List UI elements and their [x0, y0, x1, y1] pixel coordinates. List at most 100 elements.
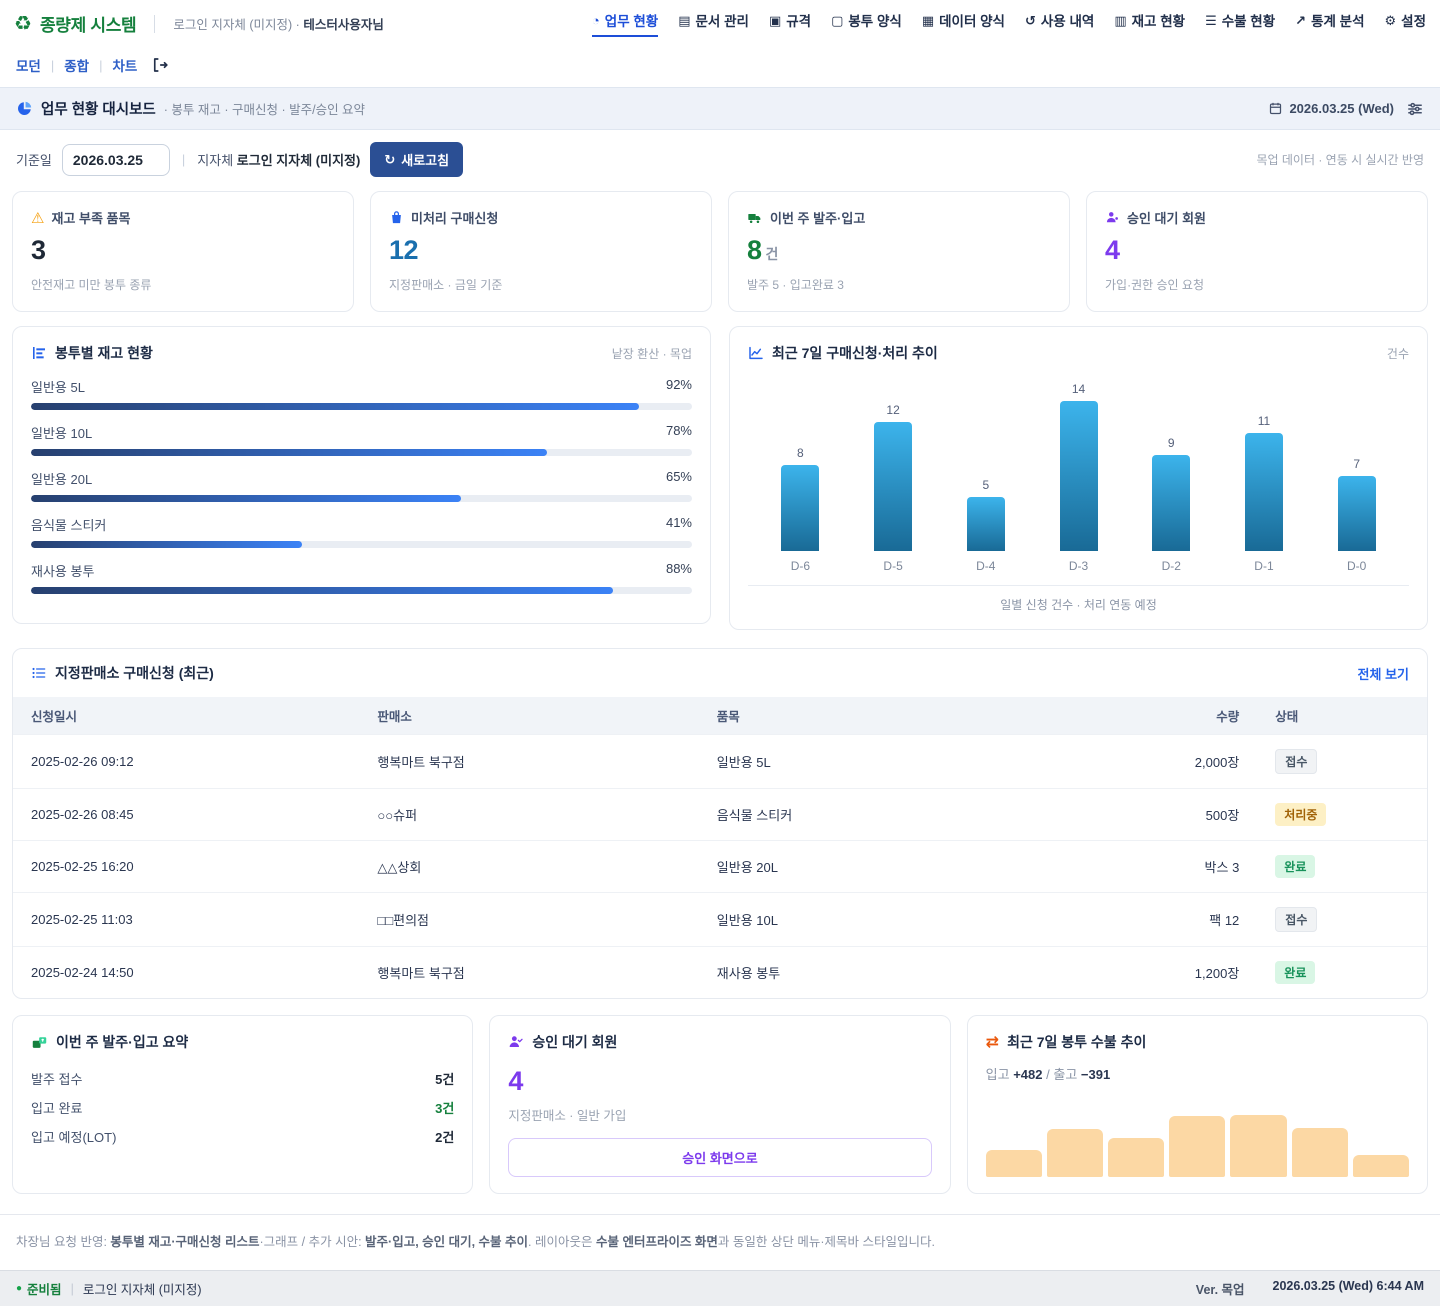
- trend-bar: [1338, 476, 1376, 551]
- trend-x-label: D-3: [1069, 559, 1088, 573]
- table-row[interactable]: 2025-02-26 09:12 행복마트 북구점 일반용 5L 2,000장 …: [13, 735, 1427, 789]
- status-dot-icon: ●: [16, 1283, 22, 1294]
- divider: [154, 15, 155, 33]
- nav-item-ledger[interactable]: ☰수불 현황: [1205, 10, 1275, 37]
- status-bar: ● 준비됨 | 로그인 지자체 (미지정) Ver. 목업 2026.03.25…: [0, 1270, 1440, 1306]
- table-row[interactable]: 2025-02-24 14:50 행복마트 북구점 재사용 봉투 1,200장 …: [13, 947, 1427, 999]
- cell-store: 행복마트 북구점: [359, 947, 698, 999]
- nav-item-specs[interactable]: ▣규격: [769, 10, 811, 37]
- stock-panel-title: 봉투별 재고 현황: [55, 343, 153, 363]
- cell-datetime: 2025-02-26 09:12: [13, 735, 359, 789]
- table-row[interactable]: 2025-02-25 11:03 □□편의점 일반용 10L 팩 12 접수: [13, 893, 1427, 947]
- version-label: Ver. 목업: [1196, 1279, 1245, 1298]
- stock-row: 일반용 5L92%: [31, 377, 692, 410]
- approval-count: 4: [508, 1066, 931, 1097]
- progress-track: [31, 403, 692, 410]
- stock-row: 일반용 20L65%: [31, 469, 692, 502]
- refresh-button[interactable]: ↻ 새로고침: [370, 142, 463, 177]
- summary-label: 발주 접수: [31, 1069, 82, 1088]
- nav-item-inventory[interactable]: ▥재고 현황: [1114, 10, 1185, 37]
- org-label: 지자체: [197, 153, 233, 168]
- trend-bar: [1245, 433, 1283, 551]
- cell-store: □□편의점: [359, 893, 698, 947]
- trend-unit: 건수: [1387, 345, 1409, 362]
- cell-item: 일반용 20L: [699, 841, 1130, 893]
- kpi-number: 8: [747, 235, 762, 265]
- bag-icon: ▢: [831, 14, 843, 27]
- summary-row: 발주 접수5건: [31, 1064, 454, 1093]
- outbound-value: −391: [1081, 1067, 1110, 1082]
- panels-row: 봉투별 재고 현황 낱장 환산 · 목업 일반용 5L92% 일반용 10L78…: [12, 326, 1428, 630]
- nav-label: 재고 현황: [1132, 10, 1185, 30]
- org-value: 로그인 지자체 (미지정): [237, 153, 361, 168]
- stock-row: 일반용 10L78%: [31, 423, 692, 456]
- table-row[interactable]: 2025-02-26 08:45 ○○슈퍼 음식물 스티커 500장 처리중: [13, 789, 1427, 841]
- subnav-item-chart[interactable]: 차트: [112, 55, 137, 75]
- col-header-status: 상태: [1257, 697, 1427, 735]
- nav-item-statistics[interactable]: ↗통계 분석: [1295, 10, 1364, 37]
- trend-bar: [781, 465, 819, 551]
- go-to-approval-button[interactable]: 승인 화면으로: [508, 1138, 931, 1177]
- view-all-link[interactable]: 전체 보기: [1358, 664, 1409, 683]
- progress-fill: [31, 449, 547, 456]
- line-chart-icon: [748, 345, 764, 361]
- purchase-table-card: 지정판매소 구매신청 (최근) 전체 보기 신청일시 판매소 품목 수량 상태 …: [12, 648, 1428, 999]
- status-badge: 접수: [1275, 907, 1317, 932]
- summary-row: 입고 예정(LOT)2건: [31, 1122, 454, 1151]
- kpi-card-pending-members: 승인 대기 회원 4 가입·권한 승인 요청: [1086, 191, 1428, 312]
- kpi-title: 미처리 구매신청: [411, 208, 498, 227]
- nav-item-settings[interactable]: ⚙설정: [1385, 10, 1427, 37]
- nav-item-data-forms[interactable]: ▦데이터 양식: [922, 10, 1005, 37]
- approval-title: 승인 대기 회원: [532, 1032, 617, 1052]
- trend-bar-group: 14D-3: [1032, 377, 1125, 573]
- summary-row: 입고 완료3건: [31, 1093, 454, 1122]
- stock-label: 재사용 봉투: [31, 561, 94, 580]
- table-row[interactable]: 2025-02-25 16:20 △△상회 일반용 20L 박스 3 완료: [13, 841, 1427, 893]
- truck-icon: [747, 210, 763, 226]
- cell-datetime: 2025-02-25 16:20: [13, 841, 359, 893]
- logout-icon[interactable]: [151, 56, 169, 74]
- bottom-row: 이번 주 발주·입고 요약 발주 접수5건 입고 완료3건 입고 예정(LOT)…: [12, 1015, 1428, 1194]
- stock-label: 일반용 5L: [31, 377, 85, 396]
- kpi-value: 4: [1105, 235, 1409, 266]
- nav-item-work-status[interactable]: ◔업무 현황: [592, 10, 658, 37]
- status-badge: 처리중: [1275, 803, 1326, 826]
- shopping-bag-icon: [389, 210, 404, 225]
- nav-label: 사용 내역: [1041, 10, 1094, 30]
- titlebar-right: 2026.03.25 (Wed): [1268, 100, 1424, 118]
- status-badge: 접수: [1275, 749, 1317, 774]
- gear-icon: ⚙: [1385, 14, 1397, 27]
- kpi-value: 3: [31, 235, 335, 266]
- ready-status: 준비됨: [27, 1279, 62, 1298]
- base-date-input[interactable]: [62, 144, 170, 176]
- stock-label: 일반용 10L: [31, 423, 92, 442]
- nav-item-bag-forms[interactable]: ▢봉투 양식: [831, 10, 902, 37]
- user-name: 테스터사용자님: [303, 18, 384, 32]
- flow-bar: [986, 1150, 1042, 1177]
- trend-chart: 8D-612D-55D-414D-39D-211D-17D-0: [748, 377, 1409, 573]
- kpi-title: 이번 주 발주·입고: [770, 208, 865, 227]
- summary-label: 입고 예정(LOT): [31, 1127, 116, 1146]
- summary-value: 3건: [435, 1098, 454, 1117]
- trend-x-label: D-4: [976, 559, 995, 573]
- kpi-title: 승인 대기 회원: [1127, 208, 1206, 227]
- stock-row: 재사용 봉투88%: [31, 561, 692, 594]
- subnav-item-combined[interactable]: 종합: [64, 55, 89, 75]
- flow-trend-card: ⇄ 최근 7일 봉투 수불 추이 입고 +482 / 출고 −391: [967, 1015, 1428, 1194]
- purchase-table: 신청일시 판매소 품목 수량 상태 2025-02-26 09:12 행복마트 …: [13, 697, 1427, 998]
- flow-bar: [1292, 1128, 1348, 1177]
- subnav-item-modern[interactable]: 모던: [16, 55, 41, 75]
- sliders-icon[interactable]: [1406, 100, 1424, 118]
- trend-x-label: D-0: [1347, 559, 1366, 573]
- main-nav: ◔업무 현황 ▤문서 관리 ▣규격 ▢봉투 양식 ▦데이터 양식 ↺사용 내역 …: [592, 10, 1426, 37]
- status-badge: 완료: [1275, 961, 1315, 984]
- cell-qty: 팩 12: [1130, 893, 1257, 947]
- cell-qty: 500장: [1130, 789, 1257, 841]
- nav-item-docs[interactable]: ▤문서 관리: [678, 10, 749, 37]
- note-text: 수불 엔터프라이즈 화면: [596, 1235, 718, 1249]
- stock-label: 음식물 스티커: [31, 515, 106, 534]
- history-icon: ↺: [1025, 14, 1036, 27]
- sub-nav: 모던 | 종합 | 차트: [0, 45, 1440, 87]
- warning-icon: ⚠: [31, 209, 44, 227]
- nav-item-usage-history[interactable]: ↺ 사용 내역: [1025, 10, 1094, 37]
